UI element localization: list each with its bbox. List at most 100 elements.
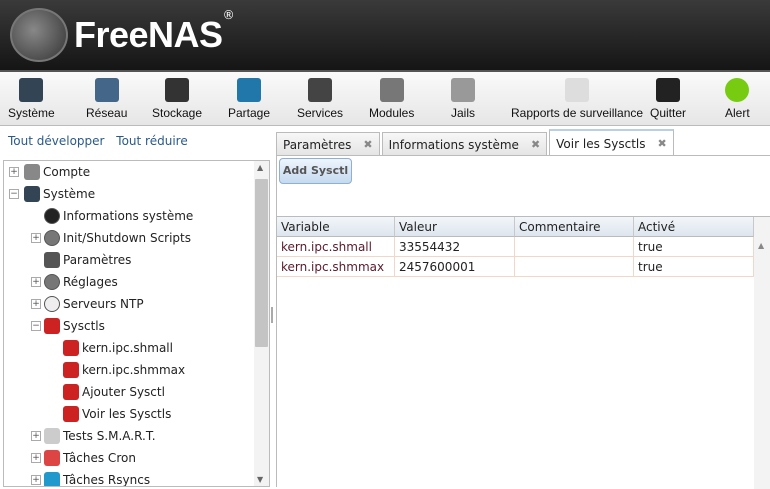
sysctl-panel: Add Sysctl ▲ Variable Valeur Commentaire Ac… — [276, 155, 770, 489]
scroll-up-icon[interactable]: ▲ — [758, 241, 764, 250]
toolbar-label: Stockage — [152, 106, 203, 120]
collapse-all-link[interactable]: Tout réduire — [116, 134, 187, 148]
toolbar-label: Jails — [451, 106, 476, 120]
scroll-up-icon[interactable]: ▲ — [257, 163, 263, 172]
tree-item-label: kern.ipc.shmmax — [82, 363, 186, 377]
table-cell[interactable] — [515, 257, 634, 277]
close-icon[interactable]: ✖ — [531, 138, 540, 151]
tab[interactable]: Informations système ✖ — [381, 132, 548, 156]
scroll-thumb[interactable] — [255, 179, 268, 347]
tree-item[interactable]: Ajouter Sysctl — [63, 381, 165, 403]
toolbar-label: Modules — [369, 106, 415, 120]
tree-item[interactable]: + Serveurs NTP — [31, 293, 144, 315]
table-cell[interactable] — [515, 237, 634, 257]
toolbar-system-button[interactable]: Système — [8, 78, 55, 120]
column-header[interactable]: Commentaire — [515, 217, 634, 237]
tree-item[interactable]: − Sysctls — [31, 315, 105, 337]
sysctl-icon — [44, 318, 60, 334]
navigation-tree: ▲ ▼ + Compte − Système Informations système +… — [3, 160, 270, 487]
toolbar-label: Alert — [725, 106, 750, 120]
tree-item[interactable]: Paramètres — [44, 249, 131, 271]
expand-all-link[interactable]: Tout développer — [8, 134, 104, 148]
sync-icon — [44, 472, 60, 486]
clock-icon — [44, 296, 60, 312]
column-header[interactable]: Variable — [277, 217, 395, 237]
system-icon — [24, 186, 40, 202]
tree-item-label: Système — [43, 187, 96, 201]
tree-item[interactable]: Voir les Sysctls — [63, 403, 171, 425]
tab[interactable]: Voir les Sysctls ✖ — [549, 129, 674, 156]
tree-item[interactable]: + Compte — [9, 161, 90, 183]
tree-item[interactable]: + Tâches Cron — [31, 447, 136, 469]
network-icon — [94, 78, 119, 102]
logo-text: FreeNAS — [74, 14, 223, 55]
collapse-icon[interactable]: − — [9, 189, 19, 199]
calendar-icon — [44, 450, 60, 466]
tree-item[interactable]: + Tests S.M.A.R.T. — [31, 425, 156, 447]
toolbar-jails-button[interactable]: Jails — [451, 78, 475, 120]
tree-item[interactable]: − Système — [9, 183, 96, 205]
sysctl-add-icon — [63, 384, 79, 400]
table-cell[interactable]: true — [634, 237, 754, 257]
tab-label: Paramètres — [283, 137, 352, 152]
expand-icon[interactable]: + — [31, 453, 41, 463]
expand-icon[interactable]: + — [9, 167, 19, 177]
expand-icon[interactable]: + — [31, 299, 41, 309]
gear-icon — [44, 230, 60, 246]
column-header[interactable]: Activé — [634, 217, 754, 237]
table-cell[interactable]: kern.ipc.shmmax — [277, 257, 395, 277]
toolbar-reports-button[interactable]: Rapports de surveillance — [511, 78, 643, 120]
tab-label: Voir les Sysctls — [556, 136, 646, 151]
toolbar-plugins-button[interactable]: Modules — [369, 78, 414, 120]
toolbar-network-button[interactable]: Réseau — [86, 78, 127, 120]
toolbar-sharing-button[interactable]: Partage — [228, 78, 270, 120]
header: FreeNAS ® — [0, 0, 770, 70]
toolbar-services-button[interactable]: Services — [297, 78, 343, 120]
alert-icon — [725, 78, 750, 102]
tree-item-label: Paramètres — [63, 253, 132, 267]
tree-item-label: Tâches Cron — [63, 451, 136, 465]
tree-item-label: Init/Shutdown Scripts — [63, 231, 192, 245]
tree-item-label: Voir les Sysctls — [82, 407, 172, 421]
tree-scrollbar[interactable]: ▲ ▼ — [254, 161, 269, 486]
tree-item-label: Serveurs NTP — [63, 297, 144, 311]
jails-icon — [451, 78, 475, 102]
panel-splitter[interactable] — [271, 307, 273, 323]
expand-icon[interactable]: + — [31, 277, 41, 287]
close-icon[interactable]: ✖ — [658, 137, 667, 150]
table-cell[interactable]: true — [634, 257, 754, 277]
table-cell[interactable]: kern.ipc.shmall — [277, 237, 395, 257]
expand-icon[interactable]: + — [31, 475, 41, 485]
tree-item-label: Sysctls — [63, 319, 105, 333]
collapse-icon[interactable]: − — [31, 321, 41, 331]
toolbar-label: Rapports de surveillance — [511, 106, 644, 120]
logout-icon — [656, 78, 680, 102]
close-icon[interactable]: ✖ — [363, 138, 372, 151]
tree-item[interactable]: + Init/Shutdown Scripts — [31, 227, 192, 249]
expand-icon[interactable]: + — [31, 233, 41, 243]
tree-item[interactable]: + Tâches Rsyncs — [31, 469, 150, 486]
sysctl-icon — [63, 340, 79, 356]
tree-item-label: Informations système — [63, 209, 194, 223]
tree-item[interactable]: kern.ipc.shmmax — [63, 359, 185, 381]
toolbar-alert-button[interactable]: Alert — [725, 78, 750, 120]
tab[interactable]: Paramètres ✖ — [276, 132, 380, 156]
expand-icon[interactable]: + — [31, 431, 41, 441]
table-cell[interactable]: 33554432 — [395, 237, 515, 257]
logo-registered: ® — [222, 8, 235, 22]
column-header[interactable]: Valeur — [395, 217, 515, 237]
disk-icon — [44, 428, 60, 444]
toolbar-logout-button[interactable]: Quitter — [650, 78, 686, 120]
sharing-icon — [237, 78, 262, 102]
add-sysctl-button[interactable]: Add Sysctl — [279, 158, 352, 184]
tree-item[interactable]: Informations système — [44, 205, 193, 227]
tree-item[interactable]: + Réglages — [31, 271, 118, 293]
main-toolbar: Système Réseau Stockage Partage Services Modu… — [0, 70, 770, 126]
tree-item[interactable]: kern.ipc.shmall — [63, 337, 173, 359]
toolbar-label: Services — [297, 106, 344, 120]
table-cell[interactable]: 2457600001 — [395, 257, 515, 277]
toolbar-storage-button[interactable]: Stockage — [152, 78, 202, 120]
users-icon — [24, 164, 40, 180]
grid-scrollbar[interactable]: ▲ — [754, 217, 770, 489]
scroll-down-icon[interactable]: ▼ — [257, 475, 263, 484]
